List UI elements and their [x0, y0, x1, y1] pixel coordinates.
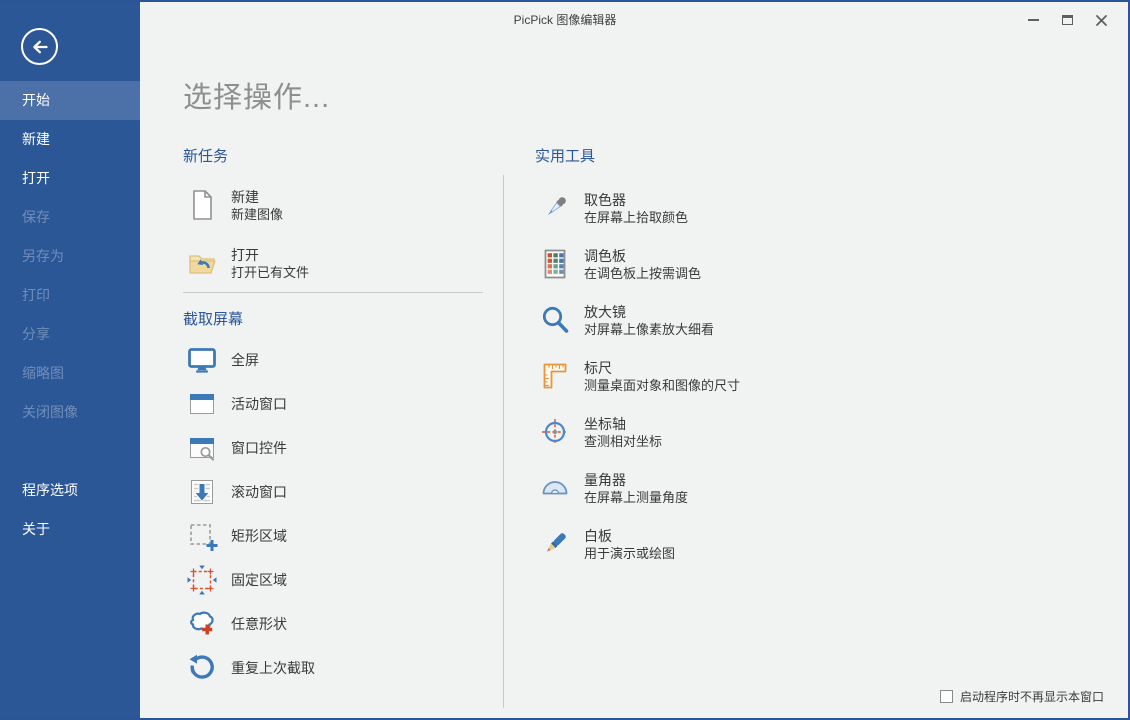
- item-title: 调色板: [584, 247, 701, 265]
- sidebar-item-new[interactable]: 新建: [0, 120, 140, 159]
- item-subtitle: 在屏幕上测量角度: [584, 489, 688, 506]
- sidebar-item-about[interactable]: 关于: [0, 510, 140, 549]
- item-subtitle: 对屏幕上像素放大细看: [584, 321, 714, 338]
- whiteboard-pen-icon: [538, 528, 572, 560]
- capture-fullscreen-item[interactable]: 全屏: [185, 338, 485, 382]
- item-subtitle: 在屏幕上拾取颜色: [584, 209, 688, 226]
- item-title: 标尺: [584, 359, 740, 377]
- item-title: 白板: [584, 527, 675, 545]
- color-palette-icon: [538, 248, 572, 280]
- item-title: 重复上次截取: [231, 658, 315, 678]
- tool-crosshair-item[interactable]: 坐标轴 查测相对坐标: [538, 404, 858, 460]
- back-arrow-icon: [30, 37, 50, 57]
- item-subtitle: 打开已有文件: [231, 264, 309, 281]
- startup-checkbox-row: 启动程序时不再显示本窗口: [940, 688, 1104, 705]
- main-content: 选择操作... 新任务 截取屏幕 实用工具 新建 新建图像: [140, 2, 1128, 718]
- sidebar-item-share[interactable]: 分享: [0, 315, 140, 354]
- dont-show-checkbox-label: 启动程序时不再显示本窗口: [960, 688, 1104, 705]
- tool-whiteboard-item[interactable]: 白板 用于演示或绘图: [538, 516, 858, 572]
- sidebar-item-save[interactable]: 保存: [0, 198, 140, 237]
- fixed-region-icon: [185, 564, 219, 596]
- sidebar-item-print[interactable]: 打印: [0, 276, 140, 315]
- item-title: 活动窗口: [231, 394, 287, 414]
- picpick-window: PicPick 图像编辑器 开始 新建 打开 保存 另存为 打印: [0, 0, 1130, 720]
- sidebar-item-options[interactable]: 程序选项: [0, 471, 140, 510]
- sidebar-item-close-image[interactable]: 关闭图像: [0, 393, 140, 432]
- sidebar-nav: 开始 新建 打开 保存 另存为 打印 分享 缩略图 关闭图像: [0, 81, 140, 432]
- tool-protractor-item[interactable]: 量角器 在屏幕上测量角度: [538, 460, 858, 516]
- protractor-icon: [538, 472, 572, 504]
- dont-show-checkbox[interactable]: [940, 690, 953, 703]
- capture-fixed-region-item[interactable]: 固定区域: [185, 558, 485, 602]
- new-document-icon: [185, 188, 219, 222]
- tool-color-picker-item[interactable]: 取色器 在屏幕上拾取颜色: [538, 180, 858, 236]
- section-header-screen-capture: 截取屏幕: [183, 308, 243, 329]
- fullscreen-monitor-icon: [185, 344, 219, 376]
- sidebar-nav-bottom: 程序选项 关于: [0, 471, 140, 549]
- active-window-icon: [185, 388, 219, 420]
- item-title: 任意形状: [231, 614, 287, 634]
- freeform-region-icon: [185, 608, 219, 640]
- color-picker-icon: [538, 192, 572, 224]
- item-subtitle: 测量桌面对象和图像的尺寸: [584, 377, 740, 394]
- item-title: 放大镜: [584, 303, 714, 321]
- item-subtitle: 查测相对坐标: [584, 433, 662, 450]
- tool-color-palette-item[interactable]: 调色板 在调色板上按需调色: [538, 236, 858, 292]
- vertical-divider: [503, 175, 504, 708]
- horizontal-divider: [183, 292, 483, 293]
- new-image-item[interactable]: 新建 新建图像: [185, 182, 485, 228]
- capture-active-window-item[interactable]: 活动窗口: [185, 382, 485, 426]
- open-folder-icon: [185, 247, 219, 279]
- item-title: 全屏: [231, 350, 259, 370]
- item-title: 坐标轴: [584, 415, 662, 433]
- crosshair-icon: [538, 416, 572, 448]
- magnifier-icon: [538, 304, 572, 336]
- capture-rectangle-region-item[interactable]: 矩形区域: [185, 514, 485, 558]
- open-file-item[interactable]: 打开 打开已有文件: [185, 240, 485, 286]
- ruler-icon: [538, 360, 572, 392]
- item-title: 新建: [231, 188, 283, 206]
- capture-scrolling-window-item[interactable]: 滚动窗口: [185, 470, 485, 514]
- window-control-icon: [185, 432, 219, 464]
- sidebar-item-save-as[interactable]: 另存为: [0, 237, 140, 276]
- tool-magnifier-item[interactable]: 放大镜 对屏幕上像素放大细看: [538, 292, 858, 348]
- sidebar-item-thumbnail[interactable]: 缩略图: [0, 354, 140, 393]
- section-header-new-tasks: 新任务: [183, 145, 228, 166]
- page-title: 选择操作...: [183, 74, 330, 116]
- tool-ruler-item[interactable]: 标尺 测量桌面对象和图像的尺寸: [538, 348, 858, 404]
- item-subtitle: 在调色板上按需调色: [584, 265, 701, 282]
- item-title: 量角器: [584, 471, 688, 489]
- item-title: 矩形区域: [231, 526, 287, 546]
- repeat-capture-icon: [185, 652, 219, 684]
- item-title: 取色器: [584, 191, 688, 209]
- rectangle-region-icon: [185, 520, 219, 552]
- scrolling-window-icon: [185, 476, 219, 508]
- item-title: 固定区域: [231, 570, 287, 590]
- capture-repeat-last-item[interactable]: 重复上次截取: [185, 646, 485, 690]
- back-button[interactable]: [21, 28, 58, 65]
- item-title: 滚动窗口: [231, 482, 287, 502]
- sidebar-item-open[interactable]: 打开: [0, 159, 140, 198]
- section-header-tools: 实用工具: [535, 145, 595, 166]
- item-title: 打开: [231, 246, 309, 264]
- capture-freeform-item[interactable]: 任意形状: [185, 602, 485, 646]
- item-subtitle: 新建图像: [231, 206, 283, 223]
- capture-window-control-item[interactable]: 窗口控件: [185, 426, 485, 470]
- sidebar: 开始 新建 打开 保存 另存为 打印 分享 缩略图 关闭图像 程序选项 关于: [0, 2, 140, 718]
- item-title: 窗口控件: [231, 438, 287, 458]
- item-subtitle: 用于演示或绘图: [584, 545, 675, 562]
- sidebar-item-start[interactable]: 开始: [0, 81, 140, 120]
